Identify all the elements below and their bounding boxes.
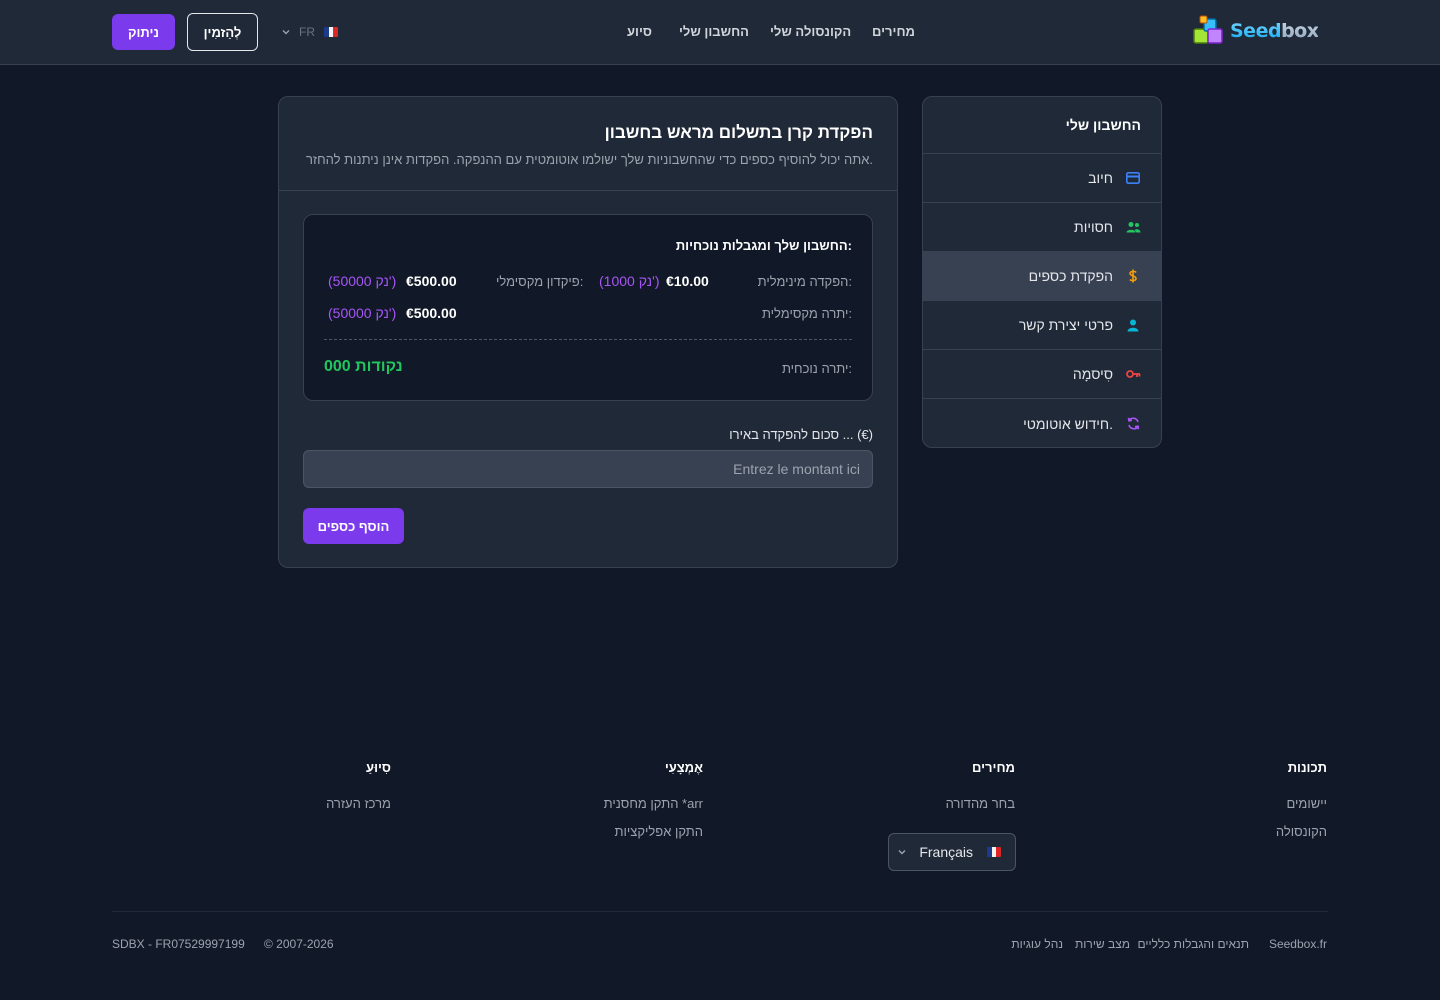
chevron-down-icon — [898, 850, 906, 855]
sidebar-item-label: הפקדת כספים — [1028, 268, 1113, 284]
sidebar-item-password[interactable]: סִיסמָה — [923, 350, 1161, 399]
account-sidebar: החשבון שלי חיוב חסויות הפקדת כספים פרטי … — [922, 96, 1162, 448]
refresh-icon — [1125, 416, 1141, 432]
credit-card-icon — [1125, 170, 1141, 186]
footer-language-selector[interactable]: Français — [888, 833, 1016, 871]
footer-col-resources-title: אֶמְצָעִי — [664, 760, 703, 775]
page-description: אתה יכול להוסיף כספים כדי שהחשבוניות שלך… — [305, 152, 873, 167]
footer-link-choose-edition[interactable]: בחר מהדורה — [946, 796, 1015, 811]
cubes-logo-icon — [1193, 15, 1223, 44]
min-deposit-value: €10.00 — [666, 273, 709, 289]
sidebar-item-billing[interactable]: חיוב — [923, 154, 1161, 203]
max-deposit-value: €500.00 — [406, 273, 457, 289]
page-title: הפקדת קרן בתשלום מראש בחשבון — [604, 123, 873, 142]
sidebar-item-sponsorships[interactable]: חסויות — [923, 203, 1161, 252]
sidebar-item-label: חידוש אוטומטי. — [1023, 415, 1113, 432]
language-name: Français — [919, 844, 973, 860]
france-flag-icon — [324, 27, 338, 37]
sidebar-item-label: חיוב — [1088, 170, 1113, 186]
max-balance-label: יתרה מקסימלית: — [761, 306, 852, 321]
footer-link-manage-cookies[interactable]: נהל עוגיות — [1011, 937, 1063, 951]
footer-link-install-arr[interactable]: התקן מחסנית *arr — [604, 796, 703, 811]
footer-link-service-status[interactable]: מצב שירות — [1075, 937, 1130, 951]
nav-support[interactable]: סיוע — [627, 24, 652, 40]
footer-link-terms[interactable]: תנאים והגבלות כלליים — [1138, 937, 1249, 951]
min-deposit-points: (1000 נק') — [599, 273, 660, 289]
footer-link-help-center[interactable]: מרכז העזרה — [326, 796, 391, 811]
footer-col-features-title: תכונות — [1287, 760, 1327, 775]
sidebar-item-contact-details[interactable]: פרטי יצירת קשר — [923, 301, 1161, 350]
key-icon — [1125, 366, 1141, 382]
nav-my-account[interactable]: החשבון שלי — [679, 24, 749, 40]
footer-link-console[interactable]: הקונסולה — [1276, 824, 1327, 839]
france-flag-icon — [987, 847, 1001, 857]
sidebar-item-label: פרטי יצירת קשר — [1018, 317, 1113, 333]
invite-button[interactable]: לְהַזמִין — [187, 13, 258, 51]
language-dropdown[interactable]: FR — [281, 24, 338, 40]
logout-button[interactable]: ניתוק — [112, 14, 175, 50]
limits-divider — [324, 339, 852, 340]
card-header — [279, 97, 897, 191]
account-limits-panel: החשבון שלך ומגבלות נוכחיות: הפקדה מינימל… — [303, 214, 873, 401]
footer-link-seedbox[interactable]: Seedbox.fr — [1269, 937, 1327, 951]
footer-col-support-title: סִיוּעַ — [366, 760, 391, 775]
min-deposit-label: הפקדה מינימלית: — [757, 274, 852, 289]
max-deposit-points: (50000 נק') — [328, 273, 397, 289]
add-funds-card: הפקדת קרן בתשלום מראש בחשבון אתה יכול לה… — [278, 96, 898, 568]
max-balance-value: €500.00 — [406, 305, 457, 321]
top-navbar: Seedbox מחירים הקונסולה שלי החשבון שלי ס… — [0, 0, 1440, 65]
copyright: © 2007-2026 — [264, 937, 334, 951]
amount-label: סכום להפקדה באירו ... (€) — [729, 427, 873, 442]
sidebar-item-label: סִיסמָה — [1072, 366, 1113, 382]
current-balance-value: 000 נקודות — [324, 358, 403, 375]
amount-input[interactable] — [303, 450, 873, 488]
company-id: SDBX - FR07529997199 — [112, 937, 245, 951]
sidebar-item-label: חסויות — [1074, 219, 1113, 235]
sidebar-item-auto-renew[interactable]: חידוש אוטומטי. — [923, 399, 1161, 447]
footer-divider — [112, 911, 1328, 912]
users-icon — [1125, 219, 1141, 235]
chevron-down-icon — [282, 30, 290, 35]
sidebar-title: החשבון שלי — [923, 97, 1161, 154]
seedbox-logo[interactable]: Seedbox — [1192, 14, 1322, 48]
dollar-icon — [1125, 268, 1141, 284]
footer-link-apps[interactable]: יישומים — [1287, 796, 1328, 811]
limits-title: החשבון שלך ומגבלות נוכחיות: — [675, 238, 852, 253]
current-balance-label: יתרה נוכחית: — [781, 361, 852, 376]
footer-link-install-apps[interactable]: התקן אפליקציות — [615, 824, 703, 839]
footer-col-pricing-title: מחירים — [972, 760, 1015, 775]
logo-wordmark: Seedbox — [1230, 20, 1319, 42]
user-icon — [1125, 317, 1141, 333]
nav-pricing[interactable]: מחירים — [872, 24, 915, 40]
sidebar-item-add-funds[interactable]: הפקדת כספים — [923, 252, 1161, 301]
max-deposit-label: פיקדון מקסימלי: — [496, 274, 584, 289]
language-code: FR — [299, 25, 315, 39]
add-funds-button[interactable]: הוסף כספים — [303, 508, 404, 544]
max-balance-points: (50000 נק') — [328, 305, 397, 321]
nav-my-console[interactable]: הקונסולה שלי — [770, 24, 851, 40]
